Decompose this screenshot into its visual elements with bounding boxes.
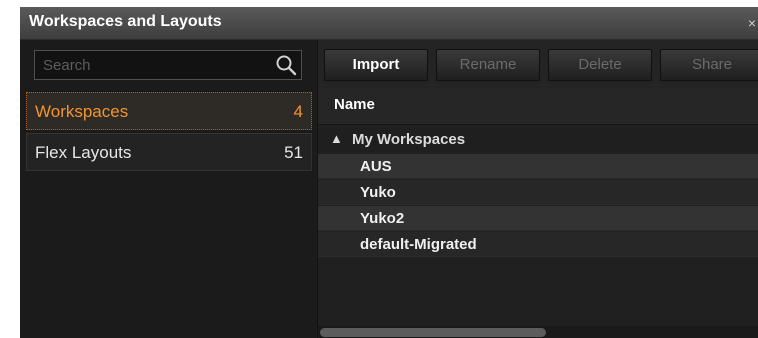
sidebar-item-count: 51	[284, 143, 303, 162]
title-bar[interactable]: Workspaces and Layouts ×	[20, 7, 758, 40]
table-row[interactable]: Yuko2	[318, 206, 758, 231]
sidebar-item-flex-layouts[interactable]: Flex Layouts 51	[26, 133, 312, 171]
workspace-name: default-Migrated	[360, 236, 477, 253]
sidebar-item-label: Workspaces	[35, 102, 129, 121]
delete-button[interactable]: Delete	[548, 49, 652, 81]
search-box	[34, 50, 302, 80]
rename-button[interactable]: Rename	[436, 49, 540, 81]
workspace-name: AUS	[360, 158, 392, 175]
panel-title: Workspaces and Layouts	[29, 13, 222, 30]
table-row[interactable]: AUS	[318, 154, 758, 179]
workspace-name: Yuko2	[360, 210, 405, 227]
sidebar-item-label: Flex Layouts	[35, 143, 132, 162]
table-row[interactable]: default-Migrated	[318, 232, 758, 257]
sidebar-item-count: 4	[293, 102, 303, 121]
close-icon[interactable]: ×	[748, 15, 756, 31]
search-input[interactable]	[35, 51, 273, 79]
horizontal-scrollbar[interactable]	[318, 326, 758, 338]
search-icon[interactable]	[275, 54, 297, 76]
workspace-list-pane: Import Rename Delete Share Name ▲ My Wor…	[317, 40, 758, 338]
share-button[interactable]: Share	[660, 49, 758, 81]
scrollbar-thumb[interactable]	[320, 328, 546, 337]
import-button[interactable]: Import	[324, 49, 428, 81]
workspaces-layouts-panel: Workspaces and Layouts × Workspaces 4 Fl…	[20, 7, 758, 338]
workspace-name: Yuko	[360, 184, 396, 201]
group-my-workspaces[interactable]: ▲ My Workspaces	[318, 128, 758, 152]
column-header-label: Name	[334, 96, 375, 113]
collapse-arrow-icon[interactable]: ▲	[330, 131, 343, 146]
toolbar: Import Rename Delete Share	[318, 40, 758, 88]
sidebar-item-workspaces[interactable]: Workspaces 4	[26, 92, 312, 130]
group-label: My Workspaces	[352, 131, 466, 148]
category-pane: Workspaces 4 Flex Layouts 51	[20, 40, 316, 338]
name-column-header[interactable]: Name	[318, 88, 758, 125]
table-row[interactable]: Yuko	[318, 180, 758, 205]
